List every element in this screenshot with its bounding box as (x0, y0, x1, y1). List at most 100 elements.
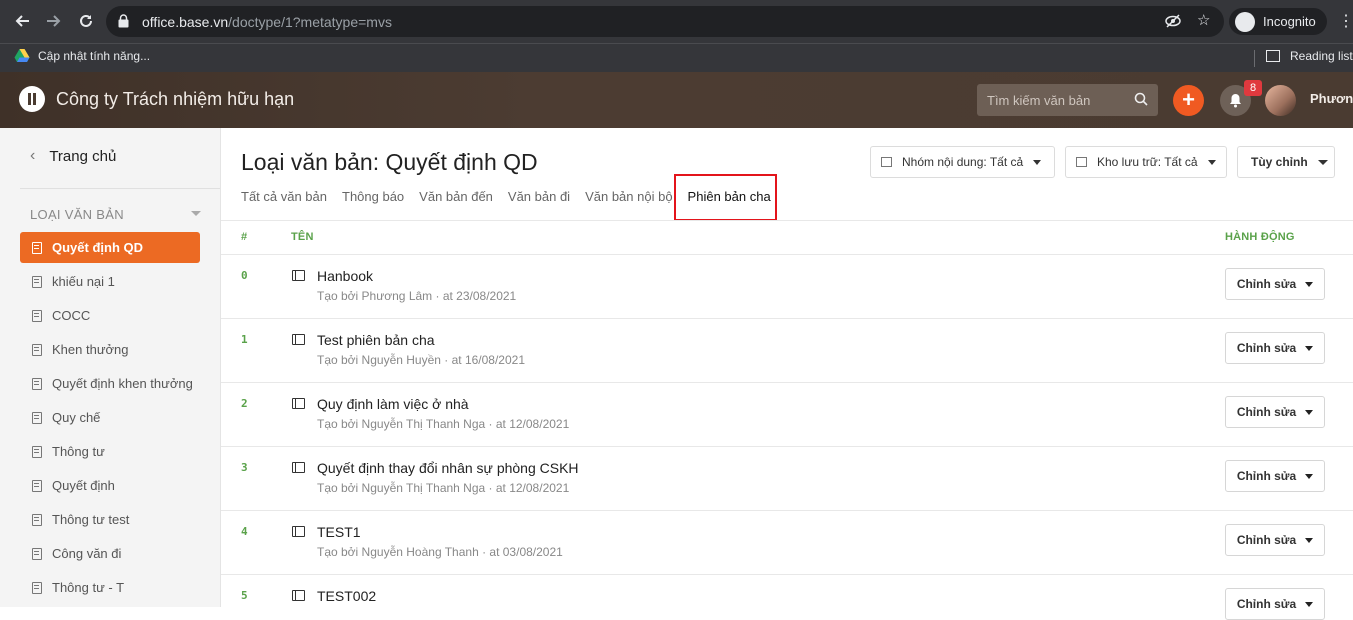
reload-icon[interactable] (75, 10, 97, 32)
sidebar-item[interactable]: Thông tư (20, 436, 200, 467)
tab[interactable]: Tất cả văn bản (241, 189, 327, 204)
notification-badge: 8 (1244, 80, 1262, 96)
row-title-link[interactable]: Quy định làm việc ở nhà (317, 396, 469, 412)
google-drive-icon (14, 49, 30, 62)
avatar[interactable] (1265, 85, 1296, 116)
sidebar-item[interactable]: Thông tư test (20, 504, 200, 535)
row-divider (221, 446, 1353, 447)
search-box[interactable] (977, 84, 1158, 116)
bookmarks-bar: Cập nhật tính năng... Reading list (0, 43, 1353, 72)
edit-button[interactable]: Chỉnh sửa (1225, 524, 1325, 556)
document-version-icon (292, 526, 305, 537)
edit-button[interactable]: Chỉnh sửa (1225, 268, 1325, 300)
user-name[interactable]: Phương (1310, 91, 1353, 106)
storage-filter-dropdown[interactable]: Kho lưu trữ: Tất cả (1065, 146, 1227, 178)
sidebar-item-label: Quy chế (52, 410, 101, 425)
sidebar-item[interactable]: Quy chế (20, 402, 200, 433)
search-input[interactable] (977, 84, 1127, 116)
app-header: Công ty Trách nhiệm hữu hạn + Phương (0, 72, 1353, 128)
caret-down-icon (1305, 345, 1314, 351)
section-title: LOẠI VĂN BẢN (30, 207, 124, 222)
lock-icon (118, 14, 129, 28)
document-icon (32, 547, 42, 560)
caret-down-icon (1305, 537, 1314, 543)
browser-toolbar: office.base.vn/doctype/1?metatype=mvs ☆ … (0, 0, 1353, 43)
company-name: Công ty Trách nhiệm hữu hạn (56, 89, 295, 109)
incognito-badge[interactable]: Incognito (1229, 8, 1327, 35)
incognito-label: Incognito (1263, 14, 1316, 29)
edit-button[interactable]: Chỉnh sửa (1225, 460, 1325, 492)
customize-button[interactable]: Tùy chỉnh (1237, 146, 1335, 178)
sidebar-item-label: Quyết định khen thưởng (52, 376, 193, 391)
row-index: 3 (241, 461, 248, 474)
document-icon (32, 445, 42, 458)
sidebar-item[interactable]: Thông tư - T (20, 572, 200, 603)
document-icon (32, 513, 42, 526)
book-icon (881, 157, 892, 167)
home-label: Trang chủ (49, 147, 117, 165)
row-meta: Tạo bởi Phương Lâm · at 23/08/2021 (317, 289, 517, 303)
sidebar-item[interactable]: Công văn đi (20, 538, 200, 569)
chevron-down-icon (1207, 159, 1216, 165)
tab[interactable]: Thông báo (342, 189, 404, 204)
sidebar-item[interactable]: khiếu nại 1 (20, 266, 200, 297)
base-logo-icon[interactable] (19, 86, 45, 112)
edit-button[interactable]: Chỉnh sửa (1225, 332, 1325, 364)
sidebar-item[interactable]: Khen thưởng (20, 334, 200, 365)
page-title: Loại văn bản: Quyết định QD (241, 149, 538, 175)
edit-button[interactable]: Chỉnh sửa (1225, 396, 1325, 428)
tab[interactable]: Văn bản đến (419, 189, 493, 204)
address-bar[interactable]: office.base.vn/doctype/1?metatype=mvs ☆ (106, 6, 1224, 37)
star-icon[interactable]: ☆ (1197, 11, 1210, 29)
row-divider (221, 254, 1353, 255)
reading-list-button[interactable]: Reading list (1266, 49, 1353, 63)
back-arrow-icon[interactable] (11, 10, 33, 32)
edit-button-label: Chỉnh sửa (1236, 469, 1297, 483)
document-icon (32, 377, 42, 390)
row-index: 2 (241, 397, 248, 410)
row-title-link[interactable]: Test phiên bản cha (317, 332, 435, 348)
sidebar-item-label: Thông tư (52, 444, 105, 459)
row-title-link[interactable]: Quyết định thay đổi nhân sự phòng CSKH (317, 460, 579, 476)
document-icon (32, 241, 42, 254)
bell-icon (1230, 94, 1241, 108)
reading-list-label: Reading list (1290, 49, 1353, 63)
search-icon[interactable] (1134, 92, 1148, 106)
forward-arrow-icon[interactable] (43, 10, 65, 32)
reading-list-icon (1266, 50, 1280, 62)
bookmark-separator (1254, 50, 1255, 67)
eye-off-icon[interactable] (1165, 14, 1181, 32)
sidebar-item[interactable]: Quyết định (20, 470, 200, 501)
edit-button-label: Chỉnh sửa (1236, 597, 1297, 611)
edit-button-label: Chỉnh sửa (1236, 277, 1297, 291)
group-filter-dropdown[interactable]: Nhóm nội dung: Tất cả (870, 146, 1055, 178)
caret-down-icon (1305, 473, 1314, 479)
sidebar-item[interactable]: Quyết định khen thưởng (20, 368, 200, 399)
row-index: 0 (241, 269, 248, 282)
row-title-link[interactable]: Hanbook (317, 268, 373, 284)
sidebar-item-label: COCC (52, 308, 91, 323)
column-header-name: TÊN (291, 231, 314, 243)
row-divider (221, 510, 1353, 511)
url-text: office.base.vn/doctype/1?metatype=mvs (142, 14, 392, 30)
chevron-left-icon: ‹ (30, 147, 36, 164)
edit-button[interactable]: Chỉnh sửa (1225, 588, 1325, 620)
sidebar-item[interactable]: Quyết định QD (20, 232, 200, 263)
sidebar-item[interactable]: COCC (20, 300, 200, 331)
row-divider (221, 382, 1353, 383)
column-header-action: HÀNH ĐỘNG (1225, 231, 1295, 243)
collapse-caret-icon[interactable] (191, 211, 201, 216)
add-button[interactable]: + (1173, 85, 1204, 116)
row-title-link[interactable]: TEST1 (317, 524, 361, 540)
edit-button-label: Chỉnh sửa (1236, 533, 1297, 547)
row-title-link[interactable]: TEST002 (317, 588, 376, 604)
document-version-icon (292, 462, 305, 473)
home-link[interactable]: ‹ Trang chủ (30, 147, 116, 165)
browser-menu-icon[interactable]: ⋮ (1338, 11, 1353, 31)
tab[interactable]: Văn bản đi (508, 189, 570, 204)
bookmark-item[interactable]: Cập nhật tính năng... (14, 49, 150, 63)
caret-down-icon (1305, 281, 1314, 287)
row-meta: Tạo bởi Nguyễn Hoàng Thanh · at 03/08/20… (317, 545, 563, 559)
tab[interactable]: Văn bản nội bộ (585, 189, 672, 204)
document-version-icon (292, 334, 305, 345)
